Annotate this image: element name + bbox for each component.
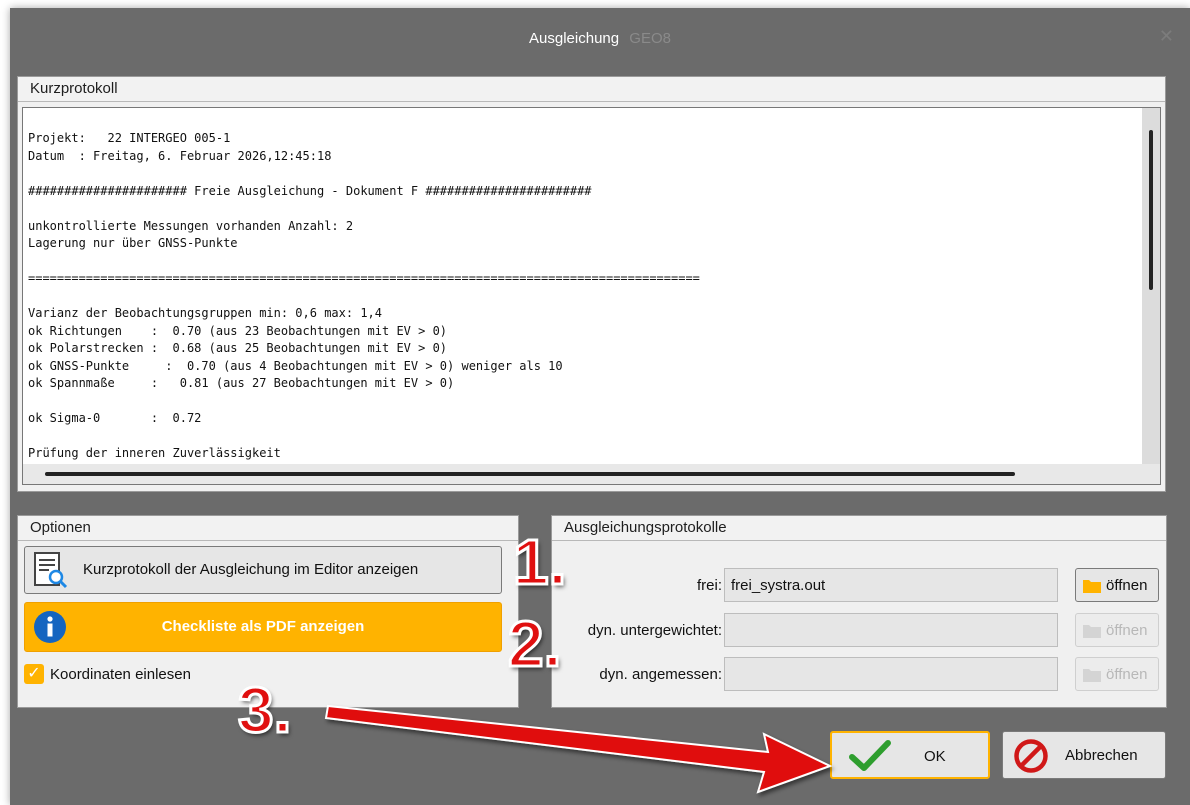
annotation-step-1: 1.: [511, 526, 567, 598]
annotation-step-3: 3.: [236, 674, 292, 746]
annotation-step-2: 2.: [506, 608, 562, 680]
annotation-arrow: [324, 704, 833, 794]
